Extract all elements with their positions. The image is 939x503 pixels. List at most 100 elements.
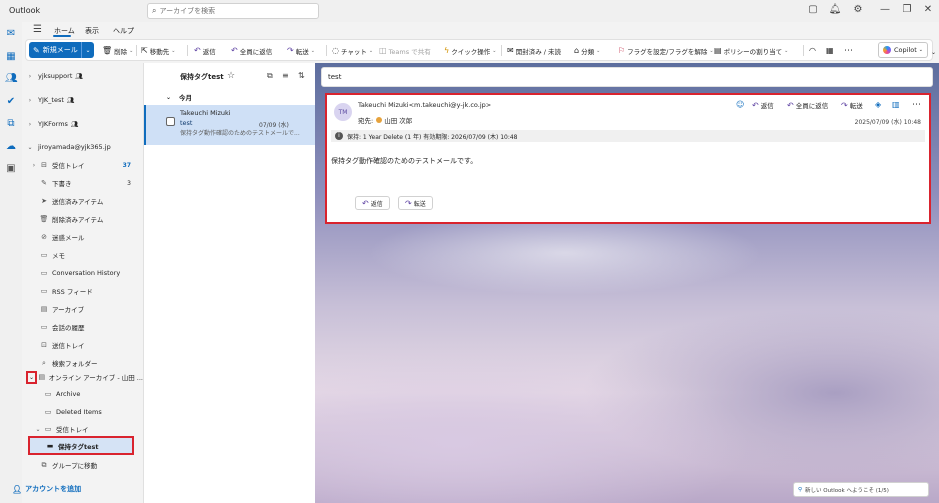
- sort-icon[interactable]: ⇅: [298, 71, 305, 80]
- filter-icon[interactable]: ≡: [282, 71, 289, 80]
- welcome-toast[interactable]: ⚲ 新しい Outlook へようこそ (1/5): [793, 482, 929, 497]
- more-icon[interactable]: ⋯: [912, 100, 921, 110]
- menu-icon[interactable]: ☰: [33, 24, 42, 35]
- quick-steps-button[interactable]: ϟ クイック操作 ⌄: [444, 44, 496, 57]
- folder-deleted[interactable]: 🗑︎ 削除済みアイテム: [22, 210, 143, 228]
- add-account-link[interactable]: 👤︎ アカウントを追加: [12, 484, 81, 494]
- restore-icon[interactable]: ❐: [900, 4, 914, 15]
- emoji-icon[interactable]: ☺: [736, 100, 744, 109]
- folder-sent[interactable]: ➤ 送信済みアイテム: [22, 192, 143, 210]
- folder-filled-icon: ▬: [46, 441, 54, 450]
- copilot-icon: [883, 46, 891, 54]
- todo-icon[interactable]: ✔: [5, 96, 17, 108]
- folder-drafts[interactable]: ✎ 下書き 3: [22, 174, 143, 192]
- select-checkbox[interactable]: [166, 117, 175, 126]
- folder-retention-tag-test[interactable]: ▬ 保持タグtest: [28, 436, 134, 455]
- search-icon: ⌕: [152, 6, 157, 15]
- onedrive-icon[interactable]: ☁: [5, 141, 17, 153]
- quick-reply-button[interactable]: ↶ 返信: [355, 196, 390, 210]
- star-icon[interactable]: ☆: [227, 71, 235, 81]
- archive-folder-archive[interactable]: ▭ Archive: [22, 385, 143, 403]
- folder-junk[interactable]: ⊘ 迷惑メール: [22, 228, 143, 246]
- org-icon[interactable]: ⧉: [5, 118, 17, 130]
- mail-subject: test: [180, 119, 193, 127]
- bell-icon[interactable]: 🔔︎: [828, 4, 842, 15]
- categorize-button[interactable]: ⌂ 分類 ⌄: [574, 44, 600, 57]
- copilot-button[interactable]: Copilot ⌄: [878, 42, 928, 58]
- lightning-icon: ϟ: [444, 46, 450, 55]
- folder-conversation-history[interactable]: ▭ Conversation History: [22, 264, 143, 282]
- inbox-icon: ⊟: [41, 161, 47, 169]
- chevron-down-icon: ⌄: [918, 47, 923, 53]
- folder-notes[interactable]: ▭ メモ: [22, 246, 143, 264]
- reply-all-button[interactable]: ↶ 全員に返信: [787, 100, 828, 111]
- draft-icon: ✎: [41, 179, 47, 187]
- folder-conversation-log[interactable]: ▭ 会話の履歴: [22, 318, 143, 336]
- search-input[interactable]: アーカイブを検索: [159, 6, 215, 16]
- tab-help[interactable]: ヘルプ: [113, 26, 134, 36]
- mail-preview: 保持タグ動作確認のためのテストメールで...: [180, 130, 300, 137]
- select-icon[interactable]: ⧉: [267, 71, 273, 81]
- search-box[interactable]: ⌕ アーカイブを検索: [147, 3, 319, 19]
- policy-button[interactable]: ▤ ポリシーの割り当て ⌄: [714, 44, 788, 57]
- read-unread-button[interactable]: ✉ 開封済み / 未読: [507, 44, 561, 57]
- account-jiroyamada[interactable]: ⌄ jiroyamada@yjk365.jp: [22, 138, 143, 156]
- gear-icon[interactable]: ⚙: [851, 4, 865, 15]
- immersive-reader-icon[interactable]: ▥: [892, 100, 900, 109]
- location-icon: ⚲: [798, 486, 803, 493]
- unread-count: 37: [122, 161, 131, 169]
- reply-all-button[interactable]: ↶ 全員に返信: [231, 44, 272, 57]
- chevron-right-icon: ›: [28, 72, 32, 80]
- reply-button[interactable]: ↶ 返信: [194, 44, 216, 57]
- chat-button[interactable]: ◌ チャット ⌄: [332, 44, 373, 57]
- divider: [326, 45, 327, 56]
- account-yjk-test[interactable]: › YJK_test 👥︎: [22, 91, 143, 109]
- new-mail-dropdown[interactable]: ⌄: [81, 42, 94, 58]
- forward-button[interactable]: ↷ 転送: [841, 100, 863, 111]
- close-icon[interactable]: ✕: [921, 4, 935, 15]
- sender-address[interactable]: Takeuchi Mizuki<m.takeuchi@y-jk.co.jp>: [358, 101, 491, 109]
- tab-view[interactable]: 表示: [85, 26, 99, 36]
- recipient-name[interactable]: 山田 次郎: [384, 115, 412, 125]
- reply-button[interactable]: ↶ 返信: [752, 100, 774, 111]
- folder-outbox[interactable]: ⊡ 送信トレイ: [22, 336, 143, 354]
- people-icon[interactable]: 👥︎: [5, 73, 18, 85]
- expand-chevron-icon[interactable]: ⌄: [26, 370, 38, 384]
- mail-icon[interactable]: ✉: [5, 28, 17, 40]
- group-header[interactable]: ⌄ 今月: [144, 90, 316, 104]
- folder-rss[interactable]: ▭ RSS フィード: [22, 282, 143, 300]
- more-button[interactable]: ⋯: [844, 44, 853, 57]
- teams-icon: ◫: [379, 46, 387, 55]
- quick-forward-button[interactable]: ↷ 転送: [398, 196, 433, 210]
- folder-archive[interactable]: ▤ アーカイブ: [22, 300, 143, 318]
- forward-button[interactable]: ↷ 転送 ⌄: [287, 44, 315, 57]
- move-to-group[interactable]: ⧉ グループに移動: [22, 456, 143, 474]
- presence-icon: [376, 117, 383, 123]
- view-toggle-button[interactable]: ▦: [826, 44, 836, 57]
- flag-button[interactable]: ⚐ フラグを設定/フラグを解除 ⌄: [618, 44, 714, 57]
- calendar-icon[interactable]: ▦: [5, 51, 17, 63]
- ribbon-collapse-icon[interactable]: ⌄: [931, 46, 936, 59]
- trash-icon: 🗑︎: [102, 46, 113, 55]
- account-yjksupport[interactable]: › yjksupport 👥︎: [22, 67, 143, 85]
- chevron-down-icon: ⌄: [166, 93, 172, 101]
- teams-share-button[interactable]: ◫ Teams で共有: [379, 44, 431, 57]
- apps-icon[interactable]: ▣: [5, 163, 17, 175]
- delete-button[interactable]: 🗑︎ 削除 ⌄: [102, 44, 133, 57]
- new-mail-button[interactable]: ✎ 新規メール: [29, 42, 81, 58]
- note-icon: ▭: [40, 251, 48, 259]
- minimize-icon[interactable]: —: [878, 4, 892, 15]
- compose-window-icon[interactable]: ▢: [806, 4, 820, 15]
- avatar[interactable]: TM: [334, 103, 352, 121]
- account-yjkforms[interactable]: › YJKForms 👥︎: [22, 115, 143, 133]
- folder-inbox[interactable]: › ⊟ 受信トレイ 37: [22, 156, 143, 174]
- tag-icon: ⌂: [574, 46, 580, 55]
- list-item[interactable]: Takeuchi Mizuki test 07/09 (水) 保持タグ動作確認の…: [144, 105, 316, 145]
- loop-icon[interactable]: ◈: [875, 100, 881, 109]
- headset-button[interactable]: ◠: [809, 44, 818, 57]
- archive-folder-deleted-items[interactable]: ▭ Deleted Items: [22, 403, 143, 421]
- divider: [803, 45, 804, 56]
- folder-title: 保持タグtest: [180, 73, 224, 81]
- move-button[interactable]: ⇱ 移動先 ⌄: [141, 44, 175, 57]
- online-archive[interactable]: ⌄ ▤ オンライン アーカイブ - 山田 ...: [22, 368, 143, 386]
